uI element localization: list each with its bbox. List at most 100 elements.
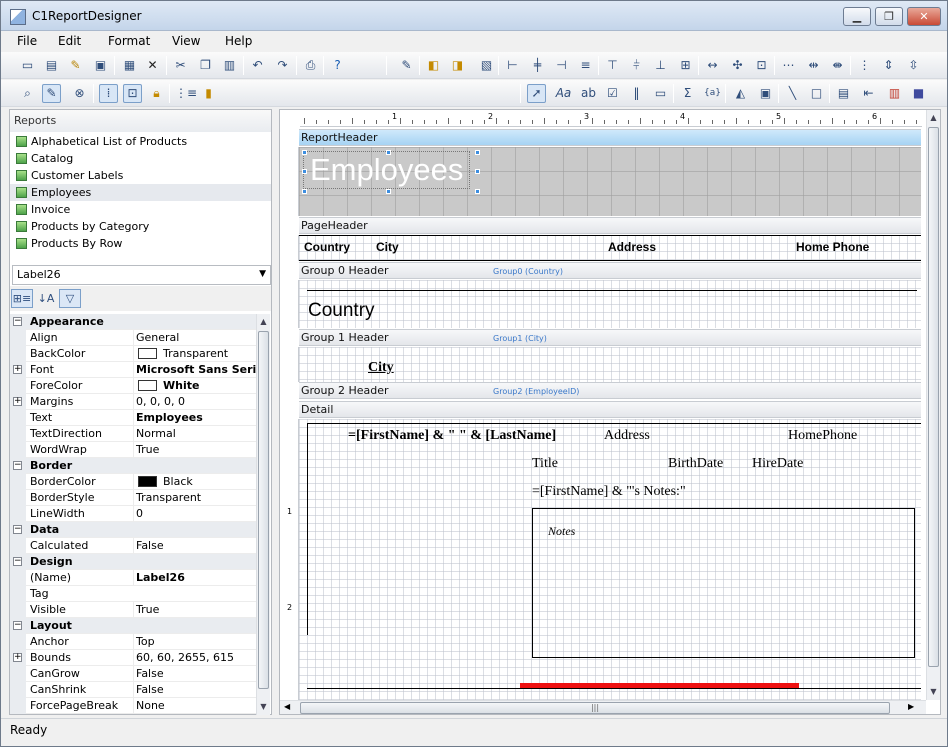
scroll-thumb[interactable] — [928, 127, 939, 667]
property-value[interactable]: 0 — [133, 506, 256, 521]
vspace-increase-icon[interactable]: ⇕ — [879, 56, 898, 75]
designer-vscroll[interactable]: ▲ ▼ — [926, 110, 940, 700]
section-report-header[interactable]: ReportHeader — [299, 129, 921, 146]
selection-handle[interactable] — [386, 150, 391, 155]
image-tool-icon[interactable]: ▭ — [651, 84, 670, 103]
property-row[interactable]: TextDirection Normal — [10, 426, 256, 442]
property-row[interactable]: ForcePageBreak None — [10, 698, 256, 714]
property-value[interactable]: Transparent — [133, 490, 256, 505]
property-value[interactable]: False — [133, 538, 256, 553]
align-middle-icon[interactable]: ≡ — [576, 56, 595, 75]
menu-format[interactable]: Format — [102, 33, 156, 49]
minimize-button[interactable]: ▁ — [843, 7, 871, 26]
same-size-icon[interactable]: ⊡ — [752, 56, 771, 75]
menu-help[interactable]: Help — [219, 33, 258, 49]
expand-icon[interactable]: + — [13, 397, 22, 406]
property-category[interactable]: − Border — [10, 458, 256, 474]
hspace-increase-icon[interactable]: ⇹ — [804, 56, 823, 75]
scroll-up-icon[interactable]: ▲ — [927, 111, 940, 125]
property-row[interactable]: Calculated False — [10, 538, 256, 554]
align-bottom-icon[interactable]: ⊥ — [651, 56, 670, 75]
menu-view[interactable]: View — [166, 33, 206, 49]
list-item[interactable]: Products by Category — [10, 218, 271, 235]
paste-icon[interactable]: ▥ — [220, 56, 239, 75]
new-icon[interactable]: ▭ — [18, 56, 37, 75]
property-value[interactable]: Transparent — [133, 346, 256, 361]
filter-icon[interactable]: ▽ — [59, 289, 81, 308]
bring-front-icon[interactable]: ◧ — [424, 56, 443, 75]
property-row[interactable]: Visible True — [10, 602, 256, 618]
notes-expression-field[interactable]: =[FirstName] & "'s Notes:" — [532, 484, 686, 500]
sum-tool-icon[interactable]: Σ — [678, 84, 697, 103]
property-row[interactable]: BackColor Transparent — [10, 346, 256, 362]
property-value[interactable]: Normal — [133, 426, 256, 441]
property-row[interactable]: WordWrap True — [10, 442, 256, 458]
section-group2-header[interactable]: Group 2 Header Group2 (EmployeeID) — [299, 382, 921, 399]
snap-grid-icon[interactable]: ⊡ — [123, 84, 142, 103]
property-value[interactable]: Top — [133, 634, 256, 649]
picture-tool-icon[interactable]: ▣ — [756, 84, 775, 103]
lock-controls-icon[interactable]: ▧ — [477, 56, 496, 75]
undo-icon[interactable]: ↶ — [248, 56, 267, 75]
menu-file[interactable]: File — [11, 33, 43, 49]
selection-handle[interactable] — [386, 189, 391, 194]
barcode-tool-icon[interactable]: ‖ — [627, 84, 646, 103]
notes-box[interactable]: Notes — [532, 508, 915, 658]
sorting-grouping-icon[interactable]: ⋮≡ — [175, 84, 197, 103]
property-value[interactable]: True — [133, 442, 256, 457]
align-grid-icon[interactable]: ⊞ — [676, 56, 695, 75]
same-height-icon[interactable]: ✣ — [728, 56, 747, 75]
property-row[interactable]: Align General — [10, 330, 256, 346]
field-list-icon[interactable]: ▮ — [199, 84, 218, 103]
label-tool-icon[interactable]: Aa — [554, 84, 573, 103]
name-expression-field[interactable]: =[FirstName] & " " & [LastName] — [348, 428, 556, 444]
property-row[interactable]: LineWidth 0 — [10, 506, 256, 522]
align-top-icon[interactable]: ⊤ — [603, 56, 622, 75]
design-mode-icon[interactable]: ✎ — [42, 84, 61, 103]
vspace-equal-icon[interactable]: ⋮ — [855, 56, 874, 75]
new-report-icon[interactable]: ▦ — [120, 56, 139, 75]
scroll-down-icon[interactable]: ▼ — [257, 700, 270, 714]
paint-tool-icon[interactable]: ◭ — [731, 84, 750, 103]
page-break-icon[interactable]: ⇤ — [859, 84, 878, 103]
object-selector-combo[interactable]: Label26 ▼ — [12, 265, 271, 285]
list-item-selected[interactable]: Employees — [10, 184, 271, 201]
property-value[interactable]: False — [133, 682, 256, 697]
textbox-tool-icon[interactable]: ab — [579, 84, 598, 103]
header-country[interactable]: Country — [304, 240, 350, 254]
property-category[interactable]: − Layout — [10, 618, 256, 634]
scroll-right-icon[interactable]: ▶ — [908, 702, 914, 711]
alphabetical-sort-icon[interactable]: ↓A — [35, 289, 57, 308]
selection-handle[interactable] — [475, 189, 480, 194]
detail-band[interactable]: =[FirstName] & " " & [LastName] Address … — [299, 419, 921, 700]
property-row[interactable]: CanShrink False — [10, 682, 256, 698]
list-item[interactable]: Customer Labels — [10, 167, 271, 184]
title-bar[interactable]: C1ReportDesigner ▁ ❐ ✕ — [1, 1, 947, 31]
property-category[interactable]: − Data — [10, 522, 256, 538]
color-tool-icon[interactable]: ■ — [909, 84, 928, 103]
property-value[interactable]: None — [133, 698, 256, 713]
list-item[interactable]: Invoice — [10, 201, 271, 218]
property-value[interactable]: 0, 0, 0, 0 — [133, 394, 256, 409]
scroll-down-icon[interactable]: ▼ — [927, 685, 940, 699]
delete-icon[interactable]: ✕ — [143, 56, 162, 75]
property-value[interactable]: General — [133, 330, 256, 345]
property-value[interactable]: Black — [133, 474, 256, 489]
property-row[interactable]: CanGrow False — [10, 666, 256, 682]
home-phone-field[interactable]: HomePhone — [788, 428, 857, 444]
property-value[interactable]: Microsoft Sans Serif, — [133, 362, 256, 377]
expand-icon[interactable]: + — [13, 653, 22, 662]
help-icon[interactable]: ? — [328, 56, 347, 75]
property-row[interactable]: + Margins 0, 0, 0, 0 — [10, 394, 256, 410]
hspace-equal-icon[interactable]: ⋯ — [779, 56, 798, 75]
wand-icon[interactable]: ✎ — [66, 56, 85, 75]
property-row[interactable]: + Bounds 60, 60, 2655, 615 — [10, 650, 256, 666]
property-row[interactable]: + Font Microsoft Sans Serif, — [10, 362, 256, 378]
scroll-up-icon[interactable]: ▲ — [257, 315, 270, 329]
property-value[interactable]: True — [133, 602, 256, 617]
header-home-phone[interactable]: Home Phone — [796, 240, 869, 254]
selection-handle[interactable] — [302, 169, 307, 174]
property-value[interactable]: False — [133, 666, 256, 681]
property-value[interactable]: Employees — [133, 410, 256, 425]
chart-tool-icon[interactable]: ▥ — [885, 84, 904, 103]
